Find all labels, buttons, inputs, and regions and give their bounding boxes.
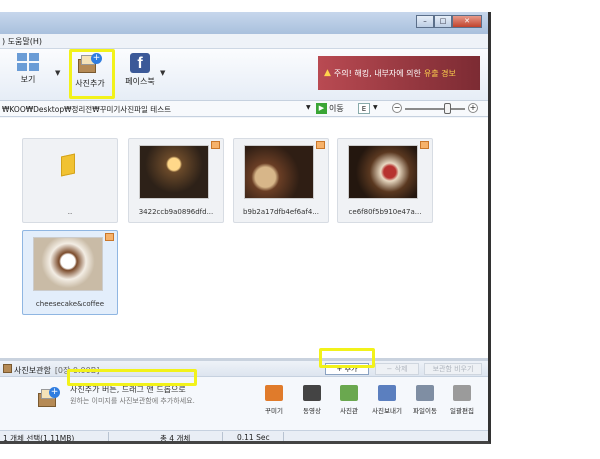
storage-clear-button[interactable]: 보관함 비우기: [424, 363, 482, 375]
thumb-caption: cheesecake&coffee: [35, 300, 105, 308]
storage-hint-sub: 원하는 이미지를 사진보관함에 추가하세요.: [70, 397, 195, 405]
zoom-slider-track[interactable]: [405, 108, 465, 110]
storage-delete-button[interactable]: − 삭제: [375, 363, 419, 375]
tool-move-file[interactable]: 파일이동: [407, 385, 443, 415]
photo-item[interactable]: 3422ccb9a0896dfd...: [128, 138, 224, 223]
photo-thumbnail: [139, 145, 209, 199]
address-bar: ₩KOO₩Desktop₩정리전₩꾸미기사진파일 테스트 ▼ ▶ 이동 E ▼ …: [0, 101, 488, 117]
zoom-in-icon[interactable]: +: [468, 103, 478, 113]
storage-box-icon: [3, 364, 12, 373]
tool-label: 파일이동: [413, 407, 437, 415]
facebook-icon: f: [130, 53, 150, 73]
minimize-icon[interactable]: –: [416, 15, 434, 28]
status-divider: [222, 432, 223, 441]
facebook-dropdown-icon[interactable]: ▼: [160, 69, 165, 77]
tool-label: 사진보내기: [372, 407, 402, 415]
thumb-caption: 3422ccb9a0896dfd...: [138, 208, 214, 216]
explorer-dropdown-icon[interactable]: ▼: [373, 104, 378, 111]
status-divider: [108, 432, 109, 441]
tool-decorate[interactable]: 꾸미기: [256, 385, 292, 415]
folder-icon: [61, 153, 75, 177]
go-button[interactable]: ▶ 이동: [316, 103, 344, 114]
window-controls: – □ ✕: [416, 15, 482, 28]
status-bar: 1 개체 선택(1.11MB) 총 4 개체 0.11 Sec: [0, 430, 488, 443]
folder-up-item[interactable]: ..: [22, 138, 118, 223]
go-arrow-icon: ▶: [316, 103, 327, 114]
highlight-add-button: [319, 348, 375, 368]
grid-view-icon: [17, 53, 39, 71]
alert-text: 주의! 해킹, 내부자에 의한: [333, 68, 421, 78]
menu-help[interactable]: ) 도움말(H): [2, 36, 42, 47]
status-selection: 1 개체 선택(1.11MB): [3, 434, 75, 443]
status-divider: [283, 432, 284, 441]
facebook-label: 페이스북: [125, 77, 155, 86]
storage-hint-suffix: 으로: [171, 385, 186, 394]
tool-send-photo[interactable]: 사진보내기: [369, 385, 405, 415]
image-badge-icon: [105, 233, 114, 241]
photo-studio-icon: [340, 385, 358, 401]
security-alert-banner[interactable]: ▲ 주의! 해킹, 내부자에 의한 유출 경보: [318, 56, 480, 90]
thumbnail-grid: .. 3422ccb9a0896dfd... b9b2a17dfb4ef6af4…: [0, 118, 488, 360]
zoom-slider-knob[interactable]: [444, 103, 451, 114]
photo-item-selected[interactable]: cheesecake&coffee: [22, 230, 118, 315]
facebook-button[interactable]: f 페이스북: [120, 53, 160, 87]
status-time: 0.11 Sec: [237, 433, 270, 442]
thumb-caption: ..: [67, 208, 73, 216]
image-badge-icon: [211, 141, 220, 149]
photo-thumbnail: [33, 237, 103, 291]
photo-thumbnail: [348, 145, 418, 199]
address-path[interactable]: ₩KOO₩Desktop₩정리전₩꾸미기사진파일 테스트: [2, 104, 171, 115]
thumb-caption: ce6f80f5b910e47a...: [348, 208, 422, 216]
tool-batch-edit[interactable]: 일괄편집: [444, 385, 480, 415]
tool-label: 일괄편집: [450, 407, 474, 415]
tool-photo-studio[interactable]: 사진관: [331, 385, 367, 415]
view-label: 보기: [20, 75, 36, 84]
photo-item[interactable]: ce6f80f5b910e47a...: [337, 138, 433, 223]
address-dropdown-icon[interactable]: ▼: [306, 104, 311, 111]
title-bar: – □ ✕: [0, 12, 488, 34]
storage-title-text: 사진보관함: [14, 366, 51, 375]
photo-item[interactable]: b9b2a17dfb4ef6af4...: [233, 138, 329, 223]
move-file-icon: [416, 385, 434, 401]
menu-bar: ) 도움말(H): [0, 34, 488, 49]
view-dropdown-icon[interactable]: ▼: [55, 69, 60, 77]
send-photo-icon: [378, 385, 396, 401]
warning-icon: ▲: [324, 68, 331, 78]
tool-label: 동영상: [303, 407, 321, 415]
zoom-out-icon[interactable]: −: [392, 103, 402, 113]
batch-edit-icon: [453, 385, 471, 401]
palette-icon: [265, 385, 283, 401]
film-icon: [303, 385, 321, 401]
highlight-add-photo: [69, 49, 115, 99]
tool-label: 꾸미기: [265, 407, 283, 415]
go-label: 이동: [329, 104, 344, 113]
thumb-caption: b9b2a17dfb4ef6af4...: [243, 208, 319, 216]
image-badge-icon: [316, 141, 325, 149]
tool-label: 사진관: [340, 407, 358, 415]
alert-highlight: 유출 경보: [423, 68, 456, 78]
storage-hint-main: 사진추가 버튼, 드래그 앤 드롭: [70, 385, 172, 394]
add-photo-hint-icon: +: [38, 387, 60, 407]
view-button[interactable]: 보기: [10, 53, 46, 85]
image-badge-icon: [420, 141, 429, 149]
tool-video[interactable]: 동영상: [294, 385, 330, 415]
maximize-icon[interactable]: □: [434, 15, 452, 28]
highlight-hint: [67, 369, 197, 386]
close-icon[interactable]: ✕: [452, 15, 482, 28]
photo-thumbnail: [244, 145, 314, 199]
explorer-button[interactable]: E: [358, 103, 370, 114]
status-total: 총 4 개체: [160, 434, 191, 443]
